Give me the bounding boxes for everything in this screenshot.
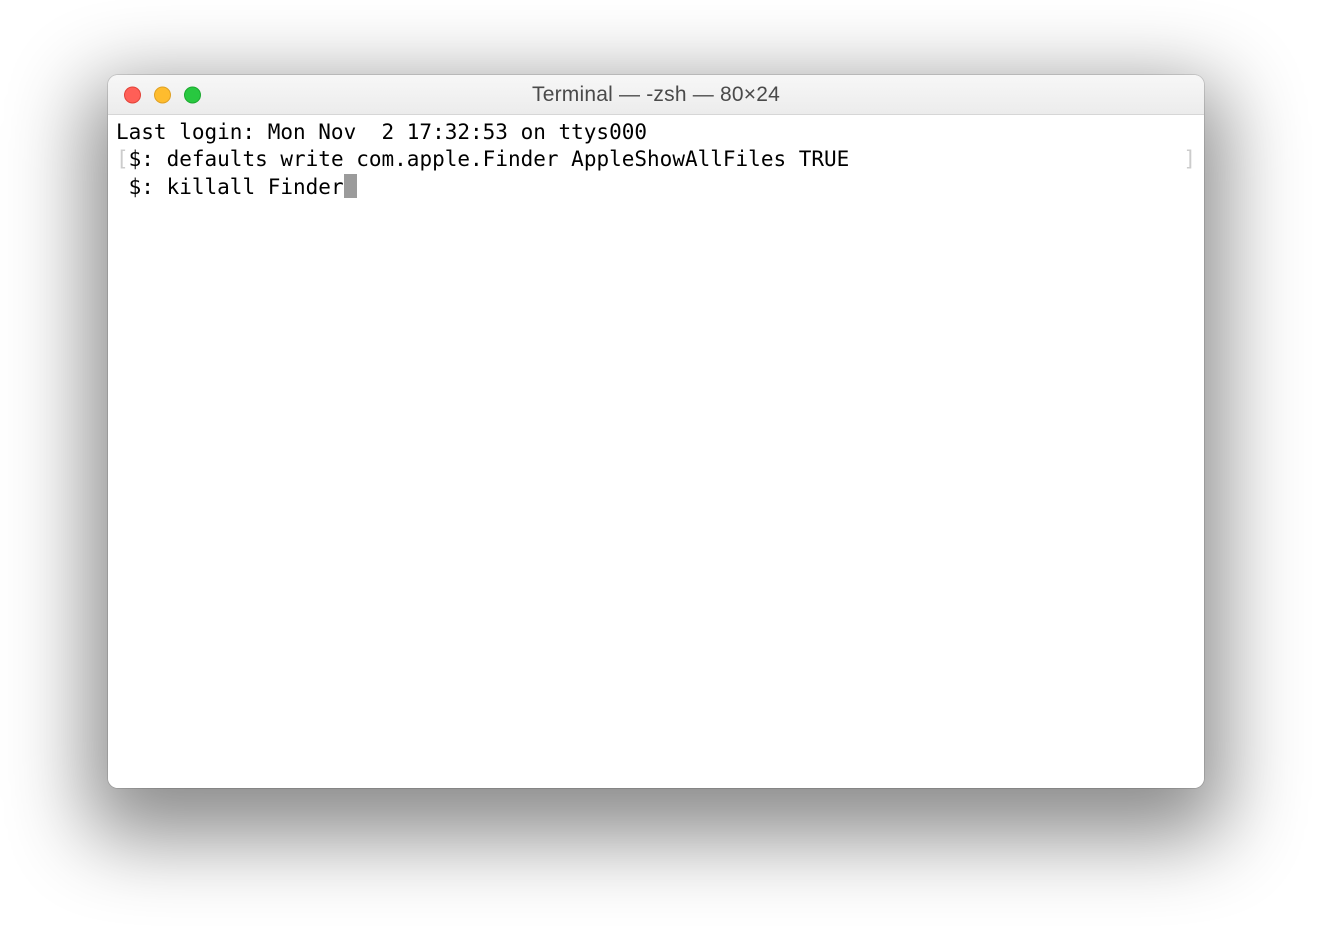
window-titlebar[interactable]: Terminal — -zsh — 80×24	[108, 75, 1204, 115]
terminal-line: Last login: Mon Nov 2 17:32:53 on ttys00…	[116, 119, 1196, 146]
terminal-command-text: defaults write com.apple.Finder AppleSho…	[167, 147, 850, 171]
terminal-prompt: $:	[129, 147, 167, 171]
terminal-command-text: killall Finder	[167, 175, 344, 199]
left-bracket: [	[116, 147, 129, 171]
terminal-line: $: killall Finder	[116, 174, 1196, 201]
traffic-lights	[124, 86, 201, 103]
terminal-prompt: $:	[129, 175, 167, 199]
terminal-window: Terminal — -zsh — 80×24 Last login: Mon …	[108, 75, 1204, 788]
cursor-icon	[344, 174, 357, 198]
terminal-line: [$: defaults write com.apple.Finder Appl…	[116, 146, 1196, 173]
right-bracket: ]	[1183, 146, 1196, 173]
close-button[interactable]	[124, 86, 141, 103]
window-title: Terminal — -zsh — 80×24	[108, 83, 1204, 107]
minimize-button[interactable]	[154, 86, 171, 103]
terminal-body[interactable]: Last login: Mon Nov 2 17:32:53 on ttys00…	[108, 115, 1204, 788]
zoom-button[interactable]	[184, 86, 201, 103]
terminal-output-text: Last login: Mon Nov 2 17:32:53 on ttys00…	[116, 120, 647, 144]
